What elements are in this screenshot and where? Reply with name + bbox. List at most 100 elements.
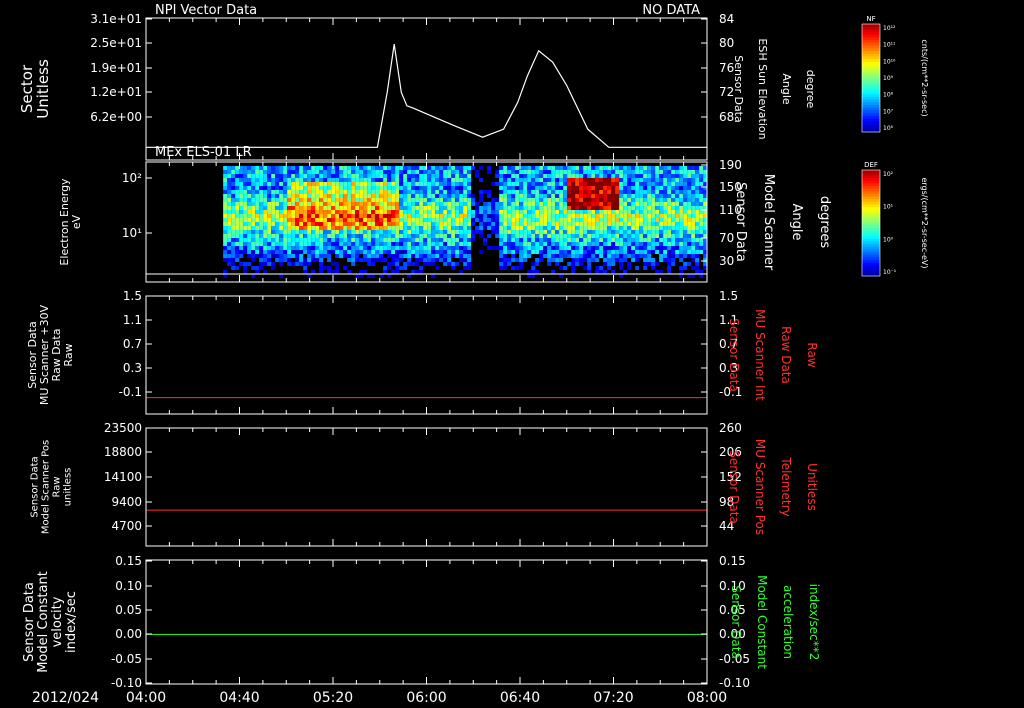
heatmap-cell [279, 210, 284, 214]
heatmap-cell [311, 186, 316, 190]
heatmap-cell [519, 194, 524, 198]
heatmap-cell [555, 214, 560, 218]
heatmap-cell [467, 206, 472, 210]
heatmap-cell [303, 222, 308, 226]
y-axis-label-line: degrees [817, 196, 832, 249]
heatmap-cell [355, 246, 360, 250]
heatmap-cell [235, 234, 240, 238]
heatmap-cell [339, 178, 344, 182]
heatmap-cell [387, 226, 392, 230]
heatmap-cell [403, 210, 408, 214]
heatmap-cell [355, 210, 360, 214]
heatmap-cell [543, 254, 548, 258]
heatmap-cell [247, 190, 252, 194]
heatmap-cell [523, 234, 528, 238]
heatmap-cell [603, 222, 608, 226]
heatmap-cell [443, 262, 448, 266]
heatmap-cell [531, 202, 536, 206]
heatmap-cell [647, 214, 652, 218]
heatmap-cell [291, 190, 296, 194]
heatmap-cell [631, 178, 636, 182]
heatmap-cell [359, 258, 364, 262]
heatmap-cell [351, 246, 356, 250]
heatmap-cell [671, 186, 676, 190]
heatmap-cell [679, 266, 684, 270]
heatmap-cell [539, 202, 544, 206]
heatmap-cell [619, 214, 624, 218]
heatmap-cell [419, 222, 424, 226]
heatmap-cell [383, 170, 388, 174]
heatmap-cell [227, 178, 232, 182]
heatmap-cell [311, 190, 316, 194]
heatmap-cell [443, 178, 448, 182]
heatmap-cell [543, 166, 548, 170]
heatmap-cell [567, 206, 572, 210]
heatmap-cell [691, 246, 696, 250]
heatmap-cell [379, 186, 384, 190]
heatmap-cell [467, 202, 472, 206]
heatmap-cell [683, 182, 688, 186]
heatmap-cell [267, 174, 272, 178]
heatmap-cell [643, 234, 648, 238]
heatmap-cell [671, 170, 676, 174]
heatmap-cell [443, 202, 448, 206]
heatmap-cell [559, 238, 564, 242]
heatmap-cell [495, 174, 500, 178]
heatmap-cell [419, 226, 424, 230]
heatmap-cell [547, 190, 552, 194]
heatmap-cell [683, 230, 688, 234]
heatmap-cell [627, 190, 632, 194]
time-tick-label: 04:00 [126, 690, 166, 706]
heatmap-cell [311, 198, 316, 202]
heatmap-cell [635, 266, 640, 270]
heatmap-cell [595, 246, 600, 250]
heatmap-cell [335, 178, 340, 182]
heatmap-cell [319, 210, 324, 214]
heatmap-cell [347, 178, 352, 182]
heatmap-cell [443, 174, 448, 178]
heatmap-cell [359, 242, 364, 246]
heatmap-cell [655, 270, 660, 274]
heatmap-cell [515, 194, 520, 198]
heatmap-cell [551, 214, 556, 218]
heatmap-cell [495, 214, 500, 218]
heatmap-cell [515, 250, 520, 254]
heatmap-cell [335, 230, 340, 234]
heatmap-cell [355, 214, 360, 218]
heatmap-cell [471, 234, 476, 238]
heatmap-cell [275, 254, 280, 258]
heatmap-cell [695, 210, 700, 214]
heatmap-cell [655, 186, 660, 190]
heatmap-cell [603, 218, 608, 222]
heatmap-cell [251, 174, 256, 178]
heatmap-cell [667, 218, 672, 222]
heatmap-cell [319, 186, 324, 190]
heatmap-cell [399, 230, 404, 234]
heatmap-cell [299, 258, 304, 262]
heatmap-cell [647, 242, 652, 246]
heatmap-cell [311, 238, 316, 242]
heatmap-cell [539, 222, 544, 226]
heatmap-cell [459, 270, 464, 274]
heatmap-cell [387, 186, 392, 190]
heatmap-cell [535, 186, 540, 190]
heatmap-cell [355, 242, 360, 246]
heatmap-cell [575, 242, 580, 246]
heatmap-cell [459, 222, 464, 226]
heatmap-cell [435, 218, 440, 222]
heatmap-cell [375, 258, 380, 262]
heatmap-cell [699, 242, 704, 246]
heatmap-cell [559, 182, 564, 186]
heatmap-cell [435, 238, 440, 242]
heatmap-cell [467, 210, 472, 214]
heatmap-cell [295, 246, 300, 250]
heatmap-cell [439, 226, 444, 230]
heatmap-cell [543, 226, 548, 230]
heatmap-cell [259, 222, 264, 226]
heatmap-cell [399, 170, 404, 174]
heatmap-cell [403, 182, 408, 186]
heatmap-cell [431, 190, 436, 194]
heatmap-cell [295, 202, 300, 206]
heatmap-cell [367, 274, 372, 278]
panel-title: MEx ELS-01 LR [155, 145, 252, 160]
